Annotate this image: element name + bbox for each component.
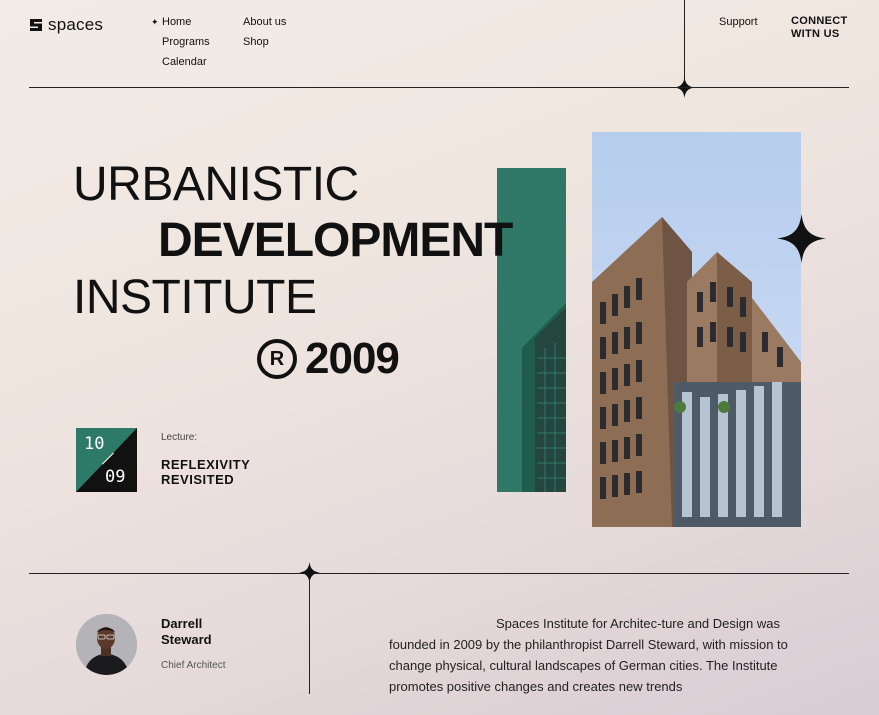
lecture-label: Lecture: [161, 432, 198, 443]
connect-button[interactable]: CONNECT WITN US [791, 15, 861, 41]
header-divider-vertical [684, 0, 685, 82]
nav-home[interactable]: Home [152, 12, 210, 32]
lecture-title-line2: REVISITED [161, 472, 235, 487]
brand-logo[interactable]: spaces [29, 15, 103, 35]
lecture-title[interactable]: REFLEXIVITY REVISITED [161, 457, 250, 487]
about-paragraph: Spaces Institute for Architec-ture and D… [389, 616, 788, 694]
avatar [76, 614, 137, 675]
avatar-illustration [76, 614, 137, 675]
nav-star-icon: ✦ [151, 17, 159, 27]
person-name: Darrell Steward [161, 616, 212, 648]
section-divider [29, 573, 849, 574]
lecture-day: 10 [84, 434, 105, 454]
building-photo-illustration [592, 217, 801, 527]
hero-title-line1: URBANISTIC [73, 158, 359, 211]
nav-primary: ✦ Home Programs Calendar [151, 12, 210, 72]
nav-shop[interactable]: Shop [243, 32, 286, 52]
person-last-name: Steward [161, 632, 212, 647]
building-photo [592, 132, 801, 527]
registered-icon: R [257, 339, 297, 379]
nav-programs[interactable]: Programs [152, 32, 210, 52]
founded-year: R 2009 [257, 334, 400, 384]
hero-year: 2009 [305, 334, 400, 383]
sparkle-icon [777, 214, 826, 263]
lecture-date-tile[interactable]: 10 09 [76, 428, 137, 492]
person-first-name: Darrell [161, 616, 203, 631]
logo-s-icon [30, 19, 42, 31]
header-divider [29, 87, 849, 88]
lecture-month: 09 [105, 467, 126, 487]
bottom-divider-vertical [309, 580, 310, 694]
person-role: Chief Architect [161, 660, 226, 671]
support-link[interactable]: Support [719, 12, 758, 32]
nav-about-us[interactable]: About us [243, 12, 286, 32]
nav-calendar[interactable]: Calendar [152, 52, 210, 72]
brand-name: spaces [48, 15, 104, 34]
nav-secondary: About us Shop [243, 12, 286, 52]
hero-title-line2: DEVELOPMENT [158, 214, 513, 267]
hero-title-line3: INSTITUTE [73, 271, 317, 324]
lecture-title-line1: REFLEXIVITY [161, 457, 251, 472]
